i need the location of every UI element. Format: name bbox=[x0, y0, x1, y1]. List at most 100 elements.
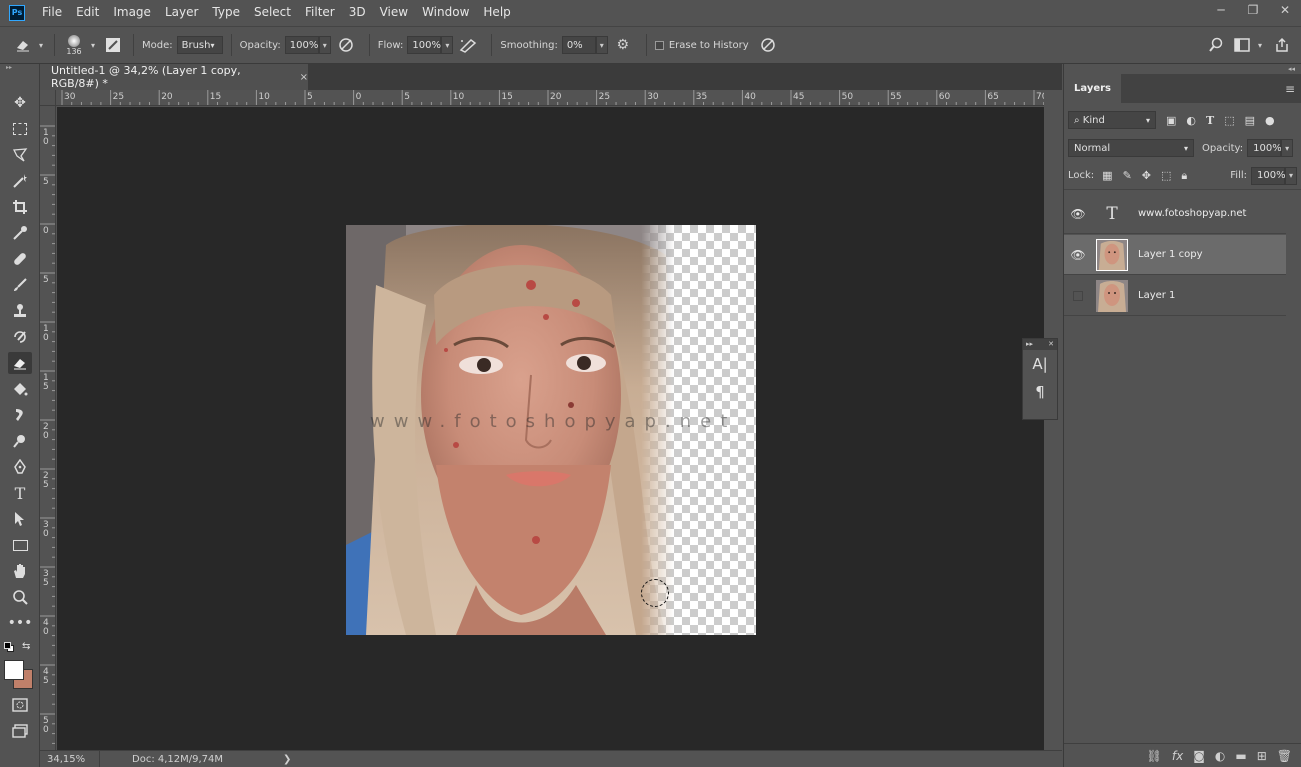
default-colors-icon[interactable] bbox=[4, 642, 14, 652]
pressure-opacity-icon[interactable] bbox=[331, 37, 361, 53]
horizontal-ruler[interactable]: 302520151050510152025303540455055606570 bbox=[56, 90, 1044, 106]
lock-all-icon[interactable]: 🔒︎ bbox=[1181, 169, 1187, 183]
status-menu-arrow-icon[interactable]: ❯ bbox=[283, 754, 291, 765]
chevron-down-icon[interactable]: ▾ bbox=[36, 41, 46, 50]
lock-position-icon[interactable]: ✥ bbox=[1142, 169, 1151, 183]
chevron-down-icon[interactable]: ▾ bbox=[1281, 139, 1294, 157]
gear-icon[interactable]: ⚙ bbox=[608, 37, 638, 53]
more-tools-icon[interactable]: ••• bbox=[8, 612, 33, 634]
visibility-toggle-off[interactable] bbox=[1073, 290, 1083, 301]
smudge-tool-icon[interactable] bbox=[8, 404, 32, 426]
opacity-input[interactable]: 100% bbox=[284, 36, 319, 54]
type-filter-icon[interactable]: T bbox=[1206, 114, 1214, 127]
zoom-level[interactable]: 34,15% bbox=[40, 750, 100, 767]
ruler-origin[interactable] bbox=[40, 90, 56, 106]
lock-transparent-icon[interactable]: ▦ bbox=[1102, 169, 1112, 183]
chevron-down-icon[interactable]: ▾ bbox=[1253, 41, 1267, 50]
fill-input[interactable]: 100% bbox=[1251, 166, 1286, 185]
menu-file[interactable]: File bbox=[36, 0, 70, 25]
path-selection-tool-icon[interactable] bbox=[8, 508, 32, 530]
paragraph-panel-icon[interactable]: ¶ bbox=[1023, 378, 1057, 406]
erase-to-history-label[interactable]: Erase to History bbox=[669, 40, 749, 51]
brush-preset-picker[interactable]: 136 bbox=[63, 34, 85, 56]
minimize-button[interactable]: ─ bbox=[1205, 0, 1237, 20]
paint-bucket-tool-icon[interactable] bbox=[8, 378, 32, 400]
menu-help[interactable]: Help bbox=[477, 0, 518, 25]
eraser-tool-preset-icon[interactable] bbox=[10, 38, 36, 52]
hand-tool-icon[interactable] bbox=[8, 560, 32, 582]
filter-toggle-icon[interactable]: ● bbox=[1265, 114, 1275, 127]
quick-mask-icon[interactable] bbox=[8, 694, 32, 716]
menu-edit[interactable]: Edit bbox=[70, 0, 107, 25]
lasso-tool-icon[interactable] bbox=[8, 144, 32, 166]
eyedropper-tool-icon[interactable] bbox=[8, 222, 32, 244]
visibility-eye-icon[interactable]: 👁︎ bbox=[1064, 248, 1092, 262]
filter-kind-select[interactable]: ⌕ Kind ▾ bbox=[1068, 111, 1156, 129]
zoom-tool-icon[interactable] bbox=[8, 586, 32, 608]
flow-input[interactable]: 100% bbox=[407, 36, 442, 54]
layer-opacity-input[interactable]: 100% bbox=[1247, 139, 1282, 157]
close-tab-icon[interactable]: × bbox=[300, 72, 308, 83]
add-mask-icon[interactable]: ◙ bbox=[1193, 749, 1205, 763]
menu-image[interactable]: Image bbox=[107, 0, 159, 25]
clone-stamp-tool-icon[interactable] bbox=[8, 300, 32, 322]
layer-row-layer-1-copy[interactable]: 👁︎ Layer 1 copy bbox=[1064, 235, 1286, 275]
menu-window[interactable]: Window bbox=[416, 0, 477, 25]
layer-row-text[interactable]: 👁︎ T www.fotoshopyap.net bbox=[1064, 194, 1286, 234]
share-icon[interactable] bbox=[1267, 37, 1297, 53]
restore-button[interactable]: ❐ bbox=[1237, 0, 1269, 20]
layer-style-icon[interactable]: fx bbox=[1172, 749, 1183, 763]
brush-settings-icon[interactable] bbox=[101, 37, 125, 53]
blend-mode-select[interactable]: Normal ▾ bbox=[1068, 139, 1194, 157]
pen-tool-icon[interactable] bbox=[8, 456, 32, 478]
screen-mode-icon[interactable] bbox=[8, 720, 32, 742]
crop-tool-icon[interactable] bbox=[8, 196, 32, 218]
history-brush-tool-icon[interactable] bbox=[8, 326, 32, 348]
smart-object-filter-icon[interactable]: ▤ bbox=[1245, 114, 1255, 127]
smoothing-input[interactable]: 0% bbox=[561, 36, 596, 54]
chevron-down-icon[interactable]: ▾ bbox=[595, 36, 608, 54]
new-layer-icon[interactable]: ⊞ bbox=[1257, 749, 1267, 763]
move-tool-icon[interactable]: ✥ bbox=[8, 92, 32, 114]
eraser-tool-icon[interactable] bbox=[8, 352, 32, 374]
brush-tool-icon[interactable] bbox=[8, 274, 32, 296]
marquee-tool-icon[interactable] bbox=[8, 118, 32, 140]
foreground-color-swatch[interactable] bbox=[4, 660, 24, 680]
pixel-filter-icon[interactable]: ▣ bbox=[1166, 114, 1176, 127]
healing-brush-tool-icon[interactable] bbox=[8, 248, 32, 270]
vertical-ruler[interactable]: 10505101520253035404550 bbox=[40, 106, 56, 750]
close-panel-icon[interactable]: ✕ bbox=[1048, 339, 1054, 350]
canvas-area[interactable]: www.fotoshopyap.net bbox=[57, 107, 1044, 750]
dodge-tool-icon[interactable] bbox=[8, 430, 32, 452]
panel-menu-icon[interactable]: ≡ bbox=[1285, 82, 1295, 96]
adjustment-filter-icon[interactable]: ◐ bbox=[1186, 114, 1196, 127]
panel-collapse-icon[interactable]: ◂◂ bbox=[1064, 64, 1301, 74]
expand-panel-icon[interactable]: ▸▸ bbox=[1026, 339, 1033, 350]
character-panel-icon[interactable]: A| bbox=[1023, 350, 1057, 378]
swap-colors-icon[interactable]: ⇆ bbox=[22, 641, 30, 652]
menu-type[interactable]: Type bbox=[206, 0, 248, 25]
new-group-icon[interactable]: ▬ bbox=[1235, 749, 1246, 763]
search-icon[interactable] bbox=[1201, 37, 1231, 53]
visibility-eye-icon[interactable]: 👁︎ bbox=[1064, 207, 1092, 221]
close-button[interactable]: ✕ bbox=[1269, 0, 1301, 20]
floating-panel-header[interactable]: ▸▸ ✕ bbox=[1023, 339, 1057, 350]
type-tool-icon[interactable]: T bbox=[8, 482, 32, 504]
lock-image-icon[interactable]: ✎ bbox=[1123, 169, 1132, 183]
lock-artboard-icon[interactable]: ⬚ bbox=[1161, 169, 1171, 183]
menu-layer[interactable]: Layer bbox=[159, 0, 206, 25]
chevron-down-icon[interactable]: ▾ bbox=[85, 41, 101, 50]
menu-select[interactable]: Select bbox=[248, 0, 299, 25]
pressure-size-icon[interactable] bbox=[753, 37, 783, 53]
adjustment-layer-icon[interactable]: ◐ bbox=[1215, 749, 1225, 763]
chevron-down-icon[interactable]: ▾ bbox=[441, 36, 454, 54]
chevron-down-icon[interactable]: ▾ bbox=[1285, 166, 1297, 185]
magic-wand-tool-icon[interactable] bbox=[8, 170, 32, 192]
menu-3d[interactable]: 3D bbox=[343, 0, 374, 25]
mode-select[interactable]: Brush ▾ bbox=[176, 36, 223, 54]
layer-row-layer-1[interactable]: Layer 1 bbox=[1064, 276, 1286, 316]
document-canvas[interactable]: www.fotoshopyap.net bbox=[346, 225, 756, 635]
rectangle-tool-icon[interactable] bbox=[8, 534, 32, 556]
vertical-scrollbar[interactable] bbox=[1044, 90, 1062, 750]
menu-view[interactable]: View bbox=[374, 0, 416, 25]
